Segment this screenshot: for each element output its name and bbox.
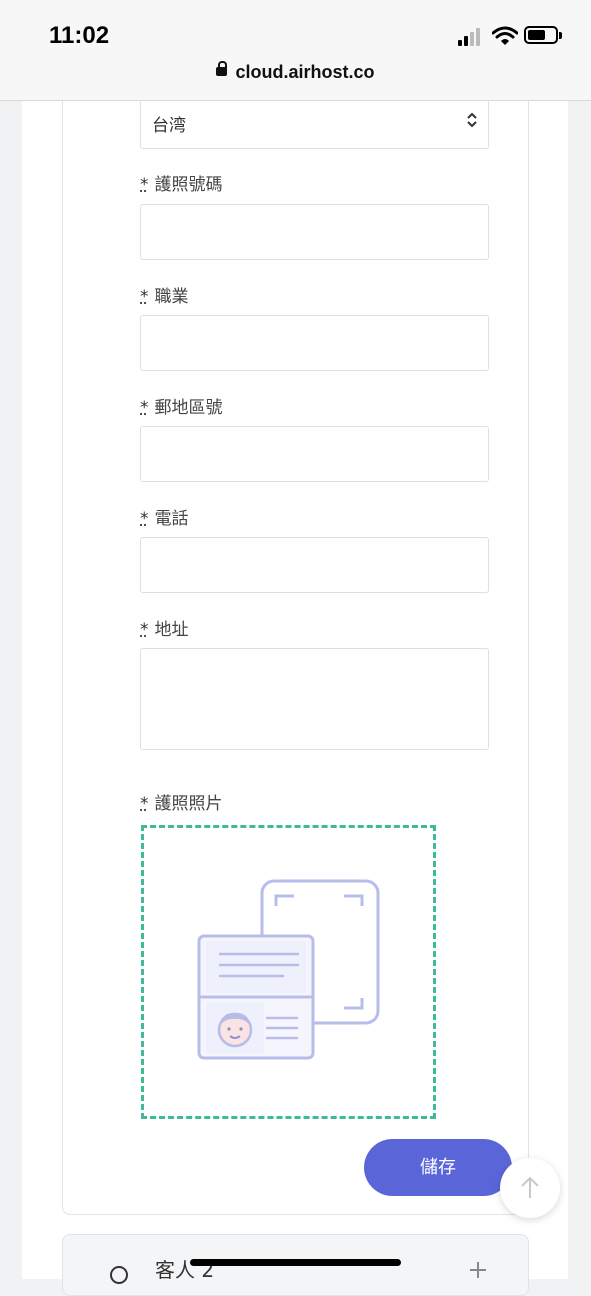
lock-icon: [216, 60, 228, 76]
scroll-to-top-button[interactable]: [500, 1158, 560, 1218]
address-bar[interactable]: cloud.airhost.co: [0, 60, 591, 83]
required-mark: *: [140, 398, 149, 418]
phone-label: * 電話: [140, 504, 189, 529]
status-time: 11:02: [49, 22, 110, 49]
required-mark: *: [140, 620, 149, 640]
occupation-input[interactable]: [140, 315, 489, 371]
address-label: * 地址: [140, 615, 189, 640]
save-button[interactable]: 儲存: [364, 1139, 512, 1196]
address-textarea[interactable]: [140, 648, 489, 750]
wifi-icon: [492, 26, 518, 45]
address-url: cloud.airhost.co: [235, 62, 375, 82]
postal-code-input[interactable]: [140, 426, 489, 482]
passport-photo-icon: [197, 879, 380, 1060]
home-indicator: [190, 1259, 401, 1266]
plus-icon[interactable]: [468, 1260, 488, 1280]
required-mark: *: [140, 175, 149, 195]
cellular-signal-icon: [458, 28, 484, 46]
passport-photo-label: * 護照照片: [140, 789, 223, 814]
occupation-label: * 職業: [140, 282, 189, 307]
occupation-label-text: 職業: [154, 287, 189, 307]
battery-icon: [524, 26, 558, 44]
address-label-text: 地址: [154, 620, 189, 640]
required-mark: *: [140, 509, 149, 529]
postal-code-label-text: 郵地區號: [154, 398, 223, 418]
nationality-select[interactable]: 台湾: [140, 100, 489, 149]
select-updown-icon: [467, 112, 477, 128]
arrow-up-icon: [521, 1176, 539, 1198]
passport-number-label: * 護照號碼: [140, 170, 223, 195]
battery-tip: [559, 32, 562, 39]
required-mark: *: [140, 794, 149, 814]
user-icon: [110, 1266, 128, 1284]
browser-top-bar: 11:02 cloud.airhost.co: [0, 0, 591, 101]
passport-photo-label-text: 護照照片: [154, 794, 223, 814]
required-mark: *: [140, 287, 149, 307]
nationality-value: 台湾: [152, 116, 186, 136]
passport-number-label-text: 護照號碼: [154, 175, 223, 195]
phone-label-text: 電話: [154, 509, 189, 529]
postal-code-label: * 郵地區號: [140, 393, 223, 418]
phone-input[interactable]: [140, 537, 489, 593]
passport-number-input[interactable]: [140, 204, 489, 260]
